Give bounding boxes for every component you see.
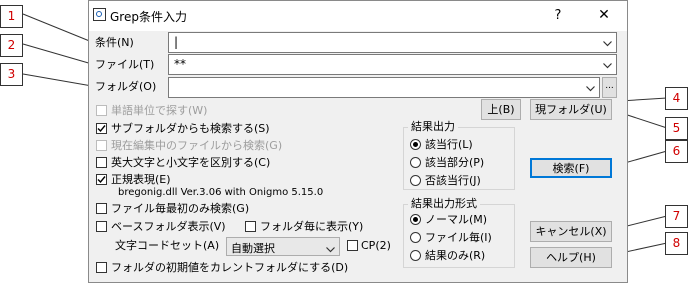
- callout-5: 5: [665, 117, 688, 140]
- result-format-label-1: ファイル毎(I): [425, 231, 492, 244]
- file-label: ファイル(T): [95, 58, 155, 71]
- first-match-only-label: ファイル毎最初のみ検索(G): [111, 202, 250, 215]
- callout-7: 7: [665, 205, 688, 228]
- radio-selected-dot: [413, 217, 418, 222]
- result-format-radio-0[interactable]: [410, 214, 421, 225]
- word-unit-checkbox[interactable]: [96, 105, 107, 116]
- charset-label: 文字コードセット(A): [115, 239, 220, 252]
- first-match-only-checkbox[interactable]: [96, 203, 107, 214]
- condition-value: |: [174, 35, 179, 49]
- result-format-radio-1[interactable]: [410, 232, 421, 243]
- up-folder-button[interactable]: 上(B): [481, 99, 521, 120]
- chevron-down-icon[interactable]: [603, 37, 612, 47]
- base-folder-display-checkbox[interactable]: [96, 221, 107, 232]
- result-output-radio-0[interactable]: [410, 139, 421, 150]
- result-output-label-0: 該当行(L): [425, 138, 473, 151]
- callout-2: 2: [0, 34, 23, 57]
- result-format-title: 結果出力形式: [408, 197, 480, 210]
- result-output-radio-1[interactable]: [410, 157, 421, 168]
- regex-library-info: bregonig.dll Ver.3.06 with Onigmo 5.15.0: [118, 187, 324, 198]
- browse-folder-button[interactable]: ...: [602, 77, 617, 98]
- search-button[interactable]: 検索(F): [530, 158, 612, 178]
- help-title-button[interactable]: ?: [537, 1, 579, 30]
- per-folder-display-checkbox[interactable]: [245, 221, 256, 232]
- close-button[interactable]: ✕: [583, 1, 625, 30]
- current-folder-button[interactable]: 現フォルダ(U): [530, 99, 612, 120]
- search-editing-files-label: 現在編集中のファイルから検索(G): [111, 139, 283, 152]
- case-sensitive-label: 英大文字と小文字を区別する(C): [111, 156, 271, 169]
- radio-selected-dot: [413, 142, 418, 147]
- condition-combobox[interactable]: |: [168, 32, 617, 53]
- search-editing-files-checkbox[interactable]: [96, 140, 107, 151]
- case-sensitive-checkbox[interactable]: [96, 157, 107, 168]
- result-output-label-2: 否該当行(J): [425, 174, 481, 187]
- callout-6: 6: [665, 140, 688, 163]
- condition-label: 条件(N): [95, 36, 134, 49]
- result-output-title: 結果出力: [408, 120, 458, 133]
- window-title: Grep条件入力: [110, 10, 187, 24]
- checkmark-icon: [97, 125, 106, 133]
- file-combobox[interactable]: **: [168, 54, 617, 75]
- regex-checkbox[interactable]: [96, 174, 107, 185]
- per-folder-display-label: フォルダ毎に表示(Y): [260, 220, 364, 233]
- cp-checkbox[interactable]: [347, 240, 358, 251]
- charset-select[interactable]: 自動選択: [226, 237, 340, 256]
- folder-combobox[interactable]: [168, 77, 600, 98]
- base-folder-display-label: ベースフォルダ表示(V): [111, 220, 226, 233]
- file-value: **: [174, 57, 186, 71]
- callout-3: 3: [0, 63, 23, 86]
- folder-label: フォルダ(O): [95, 80, 157, 93]
- regex-label: 正規表現(E): [111, 173, 171, 186]
- callout-1: 1: [0, 5, 23, 28]
- result-format-label-0: ノーマル(M): [425, 213, 488, 226]
- cp-label: CP(2): [361, 239, 391, 252]
- cancel-button[interactable]: キャンセル(X): [530, 221, 612, 242]
- checkmark-icon: [97, 176, 106, 184]
- result-output-label-1: 該当部分(P): [425, 156, 485, 169]
- chevron-down-icon[interactable]: [603, 59, 612, 69]
- word-unit-label: 単語単位で探す(W): [111, 104, 208, 117]
- search-subfolders-checkbox[interactable]: [96, 123, 107, 134]
- callout-8: 8: [665, 232, 688, 255]
- help-button[interactable]: ヘルプ(H): [530, 247, 612, 268]
- initial-folder-current-checkbox[interactable]: [96, 262, 107, 273]
- result-format-radio-2[interactable]: [410, 250, 421, 261]
- grep-app-icon: [93, 8, 106, 21]
- chevron-down-icon[interactable]: [326, 243, 335, 253]
- chevron-down-icon[interactable]: [586, 82, 595, 92]
- search-subfolders-label: サブフォルダからも検索する(S): [111, 122, 270, 135]
- initial-folder-current-label: フォルダの初期値をカレントフォルダにする(D): [111, 261, 349, 274]
- charset-value: 自動選択: [231, 242, 275, 255]
- result-format-label-2: 結果のみ(R): [425, 249, 486, 262]
- result-output-radio-2[interactable]: [410, 175, 421, 186]
- callout-4: 4: [665, 87, 688, 110]
